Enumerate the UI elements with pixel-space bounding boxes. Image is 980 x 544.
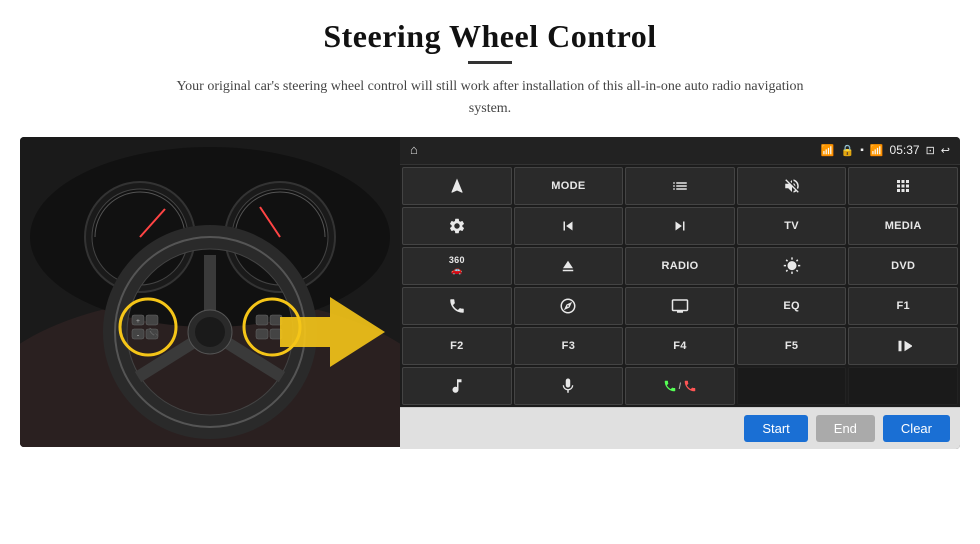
action-bar: Start End Clear xyxy=(400,407,960,449)
tv-button[interactable]: TV xyxy=(737,207,847,245)
dvd-button[interactable]: DVD xyxy=(848,247,958,285)
play-pause-button[interactable] xyxy=(848,327,958,365)
home-icon: ⌂ xyxy=(410,142,418,158)
media-button[interactable]: MEDIA xyxy=(848,207,958,245)
empty-btn-2 xyxy=(848,367,958,405)
status-right: 📶 🔒 ▪ 📶 05:37 ⊡ ↩ xyxy=(821,143,950,157)
back-icon: ↩ xyxy=(941,144,950,157)
battery-icon: ⊡ xyxy=(926,144,935,157)
f3-button[interactable]: F3 xyxy=(514,327,624,365)
page-title: Steering Wheel Control xyxy=(323,18,656,55)
360cam-button[interactable]: 360🚗 xyxy=(402,247,512,285)
f5-button[interactable]: F5 xyxy=(737,327,847,365)
monitor-button[interactable] xyxy=(625,287,735,325)
f1-button[interactable]: F1 xyxy=(848,287,958,325)
navigate-button[interactable] xyxy=(402,167,512,205)
phone-button[interactable] xyxy=(402,287,512,325)
content-row: km/h xyxy=(20,137,960,449)
android-panel: ⌂ 📶 🔒 ▪ 📶 05:37 ⊡ ↩ xyxy=(400,137,960,449)
mute-button[interactable] xyxy=(737,167,847,205)
list-button[interactable] xyxy=(625,167,735,205)
svg-text:📞: 📞 xyxy=(148,327,158,337)
f4-button[interactable]: F4 xyxy=(625,327,735,365)
status-left: ⌂ xyxy=(410,142,418,158)
page-container: Steering Wheel Control Your original car… xyxy=(0,0,980,544)
title-divider xyxy=(468,61,512,64)
wifi-icon: 📶 xyxy=(821,144,835,157)
360-label: 360🚗 xyxy=(449,255,465,276)
phone-answer-button[interactable]: / xyxy=(625,367,735,405)
lock-icon: 🔒 xyxy=(841,144,855,157)
status-time: 05:37 xyxy=(890,143,920,157)
status-bar: ⌂ 📶 🔒 ▪ 📶 05:37 ⊡ ↩ xyxy=(400,137,960,165)
eq-button[interactable]: EQ xyxy=(737,287,847,325)
clear-button[interactable]: Clear xyxy=(883,415,950,442)
svg-text:+: + xyxy=(136,317,140,325)
empty-btn-1 xyxy=(737,367,847,405)
end-button[interactable]: End xyxy=(816,415,875,442)
eject-button[interactable] xyxy=(514,247,624,285)
page-subtitle: Your original car's steering wheel contr… xyxy=(160,76,820,121)
start-button[interactable]: Start xyxy=(744,415,807,442)
mic-button[interactable] xyxy=(514,367,624,405)
compass-button[interactable] xyxy=(514,287,624,325)
skip-back-button[interactable] xyxy=(514,207,624,245)
skip-forward-button[interactable] xyxy=(625,207,735,245)
bluetooth-icon: 📶 xyxy=(870,144,884,157)
brightness-button[interactable] xyxy=(737,247,847,285)
sd-icon: ▪ xyxy=(860,145,864,156)
f2-button[interactable]: F2 xyxy=(402,327,512,365)
steering-wheel-image: km/h xyxy=(20,137,400,447)
settings-button[interactable] xyxy=(402,207,512,245)
radio-button[interactable]: RADIO xyxy=(625,247,735,285)
mode-button[interactable]: MODE xyxy=(514,167,624,205)
music-button[interactable] xyxy=(402,367,512,405)
button-grid: MODE TV xyxy=(400,165,960,407)
apps-button[interactable] xyxy=(848,167,958,205)
